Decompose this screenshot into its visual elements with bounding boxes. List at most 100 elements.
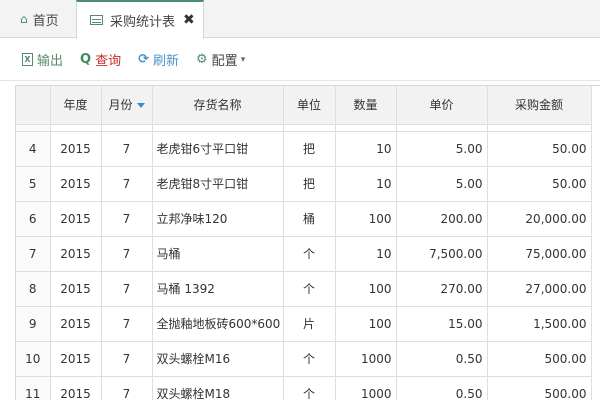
cell-unit-price: 7,500.00 — [396, 236, 488, 272]
cell-item-name: 马桶 — [152, 236, 284, 272]
cell-quantity: 100 — [335, 271, 397, 307]
cell-unit-price: 15.00 — [396, 306, 488, 342]
refresh-button[interactable]: ⟳ 刷新 — [138, 50, 179, 69]
table-row[interactable]: 6 2015 7 立邦净味120 桶 100 200.00 20,000.00 — [16, 201, 592, 237]
cell-quantity: 10 — [335, 131, 397, 167]
cell-unit: 片 — [283, 306, 336, 342]
cell-unit-price: 5.00 — [396, 166, 488, 202]
header-amount[interactable]: 采购金额 — [487, 86, 592, 125]
close-icon[interactable]: ✖ — [183, 12, 195, 28]
cell-quantity: 10 — [335, 236, 397, 272]
partial-row — [16, 124, 592, 132]
tab-home-label: 首页 — [32, 13, 59, 29]
cell-amount: 500.00 — [487, 376, 592, 400]
cell-quantity: 100 — [335, 306, 397, 342]
config-button[interactable]: ⚙ 配置 ▾ — [196, 50, 245, 69]
cell-amount: 20,000.00 — [487, 201, 592, 237]
row-number: 7 — [16, 236, 51, 272]
header-row-number — [16, 86, 51, 125]
cell-month: 7 — [101, 376, 153, 400]
excel-icon: X — [22, 53, 33, 66]
export-label: 输出 — [37, 54, 64, 69]
toolbar: X 输出 Q 查询 ⟳ 刷新 ⚙ 配置 ▾ — [0, 39, 600, 81]
header-unit-price[interactable]: 单价 — [396, 86, 488, 125]
cell-unit-price: 5.00 — [396, 131, 488, 167]
cell-year: 2015 — [50, 166, 102, 202]
gear-icon: ⚙ — [196, 52, 208, 67]
row-number: 9 — [16, 306, 51, 342]
search-icon: Q — [80, 52, 92, 67]
tab-purchase-stats-label: 采购统计表 — [110, 14, 176, 30]
table-row[interactable]: 10 2015 7 双头螺栓M16 个 1000 0.50 500.00 — [16, 341, 592, 377]
header-unit[interactable]: 单位 — [283, 86, 336, 125]
cell-amount: 50.00 — [487, 131, 592, 167]
cell-item-name: 老虎钳8寸平口钳 — [152, 166, 284, 202]
cell-item-name: 双头螺栓M16 — [152, 341, 284, 377]
sort-desc-icon[interactable] — [136, 103, 145, 109]
cell-quantity: 100 — [335, 201, 397, 237]
refresh-icon: ⟳ — [138, 52, 149, 67]
cell-amount: 50.00 — [487, 166, 592, 202]
table-row[interactable]: 7 2015 7 马桶 个 10 7,500.00 75,000.00 — [16, 236, 592, 272]
cell-item-name: 老虎钳6寸平口钳 — [152, 131, 284, 167]
cell-year: 2015 — [50, 341, 102, 377]
cell-unit: 个 — [283, 236, 336, 272]
home-icon: ⌂ — [20, 12, 28, 26]
cell-unit-price: 0.50 — [396, 376, 488, 400]
tab-bar: ⌂ 首页 采购统计表 ✖ — [0, 0, 600, 39]
cell-month: 7 — [101, 201, 153, 237]
cell-year: 2015 — [50, 131, 102, 167]
cell-unit: 个 — [283, 341, 336, 377]
cell-item-name: 双头螺栓M18 — [152, 376, 284, 400]
row-number: 5 — [16, 166, 51, 202]
cell-month: 7 — [101, 236, 153, 272]
cell-year: 2015 — [50, 306, 102, 342]
cell-quantity: 10 — [335, 166, 397, 202]
tab-purchase-stats[interactable]: 采购统计表 ✖ — [76, 0, 204, 39]
table-row[interactable]: 9 2015 7 全抛釉地板砖600*600 片 100 15.00 1,500… — [16, 306, 592, 342]
cell-amount: 75,000.00 — [487, 236, 592, 272]
cell-month: 7 — [101, 131, 153, 167]
cell-unit: 个 — [283, 271, 336, 307]
table-row[interactable]: 5 2015 7 老虎钳8寸平口钳 把 10 5.00 50.00 — [16, 166, 592, 202]
cell-quantity: 1000 — [335, 341, 397, 377]
cell-year: 2015 — [50, 376, 102, 400]
table-header-row: 年度 月份 存货名称 单位 数量 单价 采购金额 — [16, 86, 592, 125]
table-icon — [90, 15, 103, 25]
header-year[interactable]: 年度 — [50, 86, 102, 125]
table-row[interactable]: 4 2015 7 老虎钳6寸平口钳 把 10 5.00 50.00 — [16, 131, 592, 167]
row-number: 8 — [16, 271, 51, 307]
row-number: 11 — [16, 376, 51, 400]
query-label: 查询 — [95, 54, 122, 69]
cell-unit: 把 — [283, 166, 336, 202]
row-number: 6 — [16, 201, 51, 237]
refresh-label: 刷新 — [153, 54, 180, 69]
cell-month: 7 — [101, 306, 153, 342]
row-number: 4 — [16, 131, 51, 167]
query-button[interactable]: Q 查询 — [80, 50, 121, 69]
header-quantity[interactable]: 数量 — [335, 86, 397, 125]
export-button[interactable]: X 输出 — [22, 50, 63, 69]
cell-unit-price: 270.00 — [396, 271, 488, 307]
header-month-label: 月份 — [108, 98, 133, 113]
cell-year: 2015 — [50, 236, 102, 272]
header-item-name[interactable]: 存货名称 — [152, 86, 284, 125]
cell-unit: 个 — [283, 376, 336, 400]
cell-year: 2015 — [50, 271, 102, 307]
cell-month: 7 — [101, 271, 153, 307]
cell-unit-price: 0.50 — [396, 341, 488, 377]
table-row[interactable]: 8 2015 7 马桶 1392 个 100 270.00 27,000.00 — [16, 271, 592, 307]
table-row[interactable]: 11 2015 7 双头螺栓M18 个 1000 0.50 500.00 — [16, 376, 592, 400]
cell-quantity: 1000 — [335, 376, 397, 400]
purchase-table: 年度 月份 存货名称 单位 数量 单价 采购金额 4 2015 7 老虎钳6寸平… — [15, 85, 600, 400]
cell-month: 7 — [101, 166, 153, 202]
cell-month: 7 — [101, 341, 153, 377]
cell-unit: 把 — [283, 131, 336, 167]
header-month[interactable]: 月份 — [101, 86, 153, 125]
chevron-down-icon: ▾ — [240, 54, 246, 65]
config-label: 配置 — [211, 54, 238, 69]
cell-item-name: 全抛釉地板砖600*600 — [152, 306, 284, 342]
tab-home[interactable]: ⌂ 首页 — [0, 0, 72, 38]
cell-item-name: 立邦净味120 — [152, 201, 284, 237]
cell-item-name: 马桶 1392 — [152, 271, 284, 307]
